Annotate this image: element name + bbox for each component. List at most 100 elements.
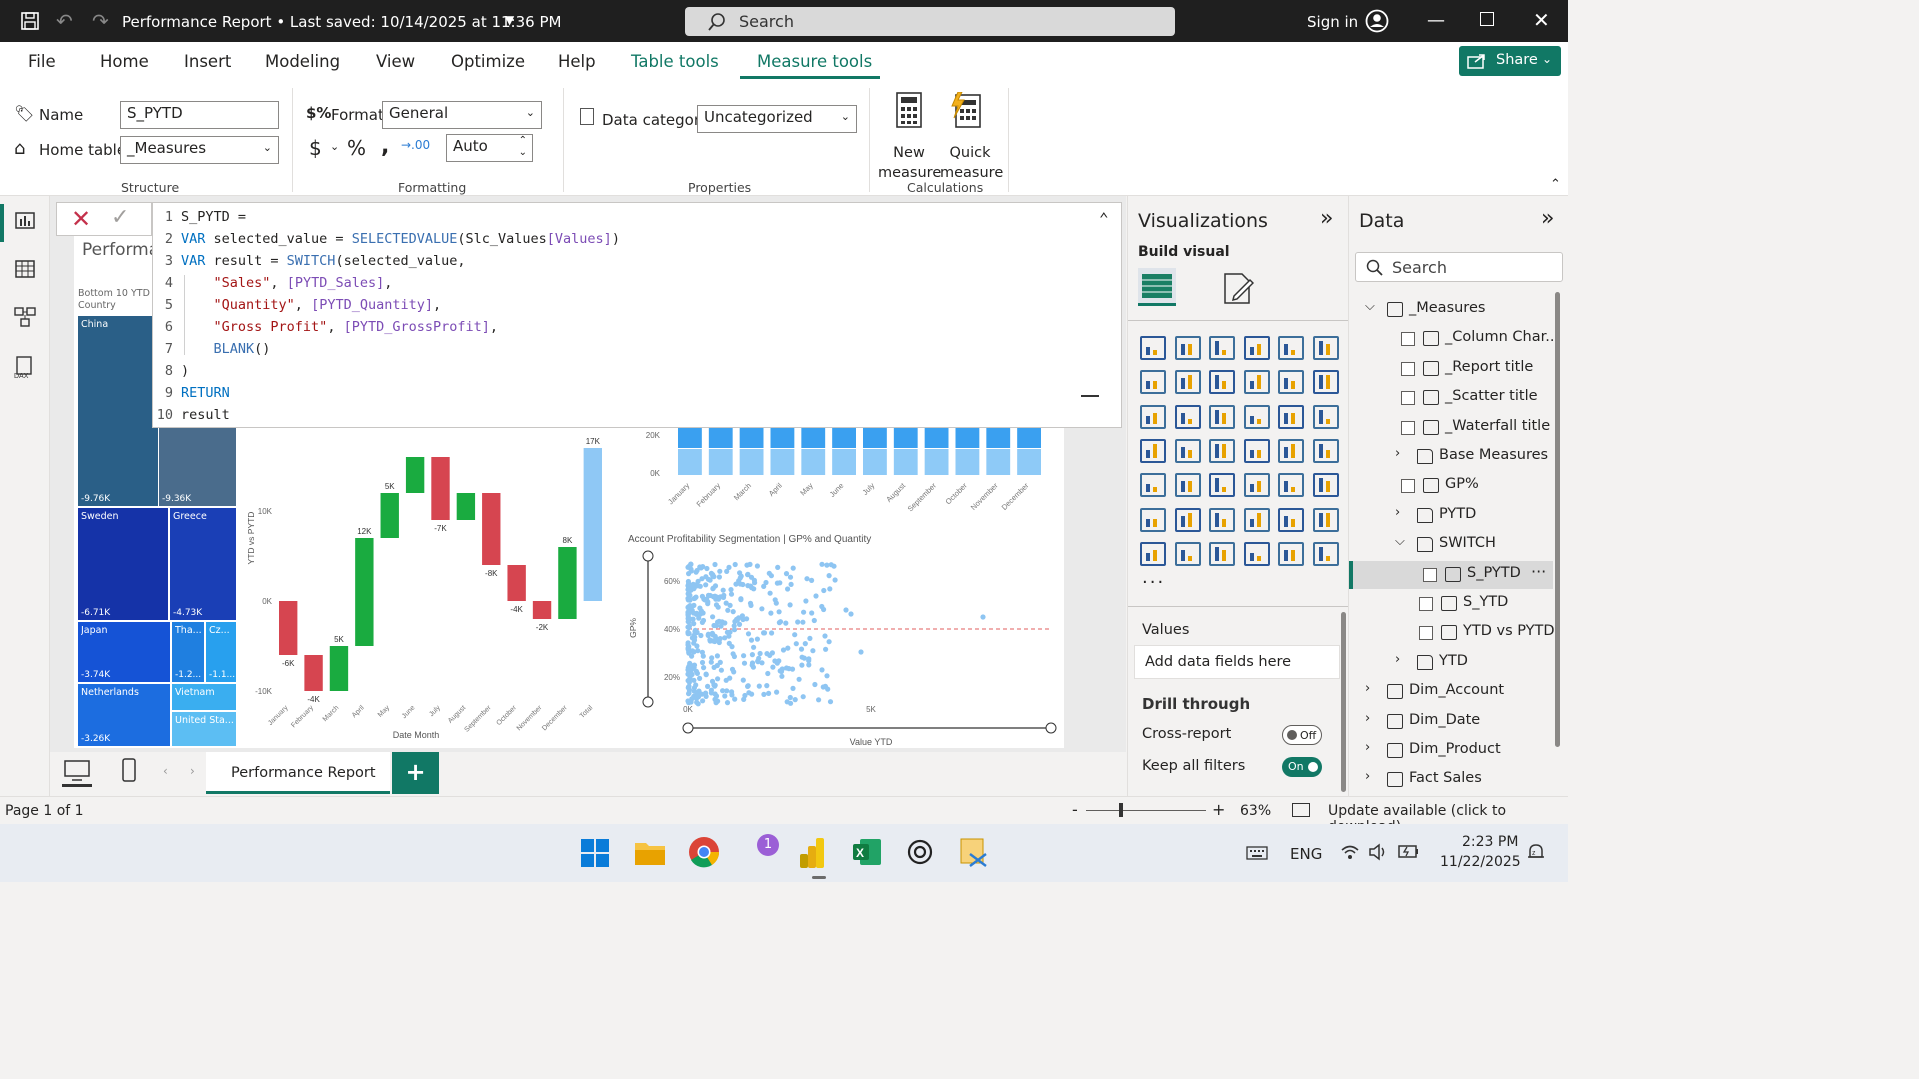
column-bar-segment[interactable]: [893, 449, 918, 475]
scatter-point[interactable]: [691, 621, 697, 627]
visual-type-icon[interactable]: [1209, 541, 1235, 566]
scatter-point[interactable]: [702, 597, 708, 603]
scatter-point[interactable]: [691, 662, 698, 668]
data-tree-item[interactable]: › Dim_Date: [1349, 708, 1553, 736]
data-tree-item[interactable]: _Report title: [1349, 355, 1553, 383]
data-tree-item[interactable]: ⌵ _Measures: [1349, 296, 1553, 324]
scatter-point[interactable]: [792, 697, 798, 703]
scatter-point[interactable]: [695, 648, 701, 654]
data-search-input[interactable]: Search: [1355, 252, 1563, 282]
percent-icon[interactable]: %: [347, 136, 366, 160]
tab-file[interactable]: File: [28, 52, 56, 71]
waterfall-bar[interactable]: [405, 457, 425, 493]
visual-type-icon[interactable]: [1278, 404, 1304, 429]
column-bar-segment[interactable]: [1017, 426, 1041, 448]
home-table-select[interactable]: _Measures ⌄: [120, 136, 279, 164]
scatter-point[interactable]: [800, 694, 806, 700]
scatter-point[interactable]: [720, 688, 726, 694]
column-bar-segment[interactable]: [770, 449, 795, 475]
scatter-point[interactable]: [745, 631, 752, 637]
scatter-point[interactable]: [745, 683, 751, 689]
scatter-point[interactable]: [728, 587, 734, 593]
scatter-point[interactable]: [731, 627, 738, 633]
scatter-point[interactable]: [783, 571, 790, 577]
visual-type-icon[interactable]: [1209, 507, 1235, 532]
scatter-point[interactable]: [826, 573, 832, 579]
scatter-point[interactable]: [703, 582, 709, 588]
visual-type-icon[interactable]: [1312, 404, 1339, 429]
values-drop-zone[interactable]: Add data fields here: [1134, 645, 1340, 679]
scatter-point[interactable]: [714, 653, 720, 659]
scatter-point[interactable]: [700, 653, 706, 659]
scatter-point[interactable]: [786, 666, 792, 672]
scatter-point[interactable]: [694, 699, 700, 705]
tab-home[interactable]: Home: [100, 52, 149, 71]
more-visuals-icon[interactable]: ···: [1142, 572, 1165, 593]
scatter-point[interactable]: [715, 676, 721, 682]
zoom-out-icon[interactable]: -: [1072, 800, 1078, 819]
scatter-point[interactable]: [799, 662, 805, 668]
formula-resize-handle[interactable]: [1081, 395, 1099, 397]
close-icon[interactable]: ✕: [1533, 8, 1550, 32]
decimal-places-stepper[interactable]: Auto ⌃ ⌄: [446, 134, 533, 162]
scatter-point[interactable]: [710, 614, 716, 620]
scatter-point[interactable]: [729, 692, 735, 698]
visual-type-icon[interactable]: [1140, 507, 1166, 532]
scatter-point[interactable]: [812, 681, 818, 688]
quick-measure-button[interactable]: Quick measure: [940, 90, 1003, 181]
excel-icon[interactable]: X: [852, 838, 882, 866]
comma-style-icon[interactable]: ,: [381, 134, 389, 159]
search-input[interactable]: Search: [685, 7, 1175, 36]
tab-view[interactable]: View: [376, 52, 415, 71]
checkbox[interactable]: [1423, 567, 1437, 582]
scatter-point[interactable]: [788, 581, 794, 587]
scatter-point[interactable]: [793, 641, 799, 647]
scatter-point[interactable]: [777, 580, 783, 586]
scatter-point[interactable]: [757, 650, 763, 657]
data-tree-item[interactable]: ⌵ SWITCH: [1349, 531, 1553, 559]
scatter-point[interactable]: [740, 677, 746, 683]
scatter-point[interactable]: [783, 620, 789, 626]
scatter-point[interactable]: [821, 587, 827, 594]
tab-measure-tools[interactable]: Measure tools: [757, 52, 872, 71]
scatter-point[interactable]: [689, 607, 695, 613]
visual-type-icon[interactable]: [1312, 507, 1339, 532]
redo-icon[interactable]: ↷: [92, 9, 109, 33]
scatter-point[interactable]: [693, 682, 699, 688]
treemap-cell[interactable]: Vietnam: [172, 684, 236, 710]
scatter-point[interactable]: [823, 646, 829, 652]
scatter-point[interactable]: [770, 664, 776, 670]
scatter-point[interactable]: [727, 602, 733, 608]
scatter-point[interactable]: [691, 632, 697, 638]
column-bar-segment[interactable]: [832, 426, 856, 448]
scatter-point[interactable]: [764, 683, 770, 689]
format-visual-icon[interactable]: [1222, 272, 1254, 306]
chrome-icon[interactable]: [688, 836, 720, 868]
treemap-cell[interactable]: Netherlands -3.26K: [78, 684, 170, 746]
zoom-slider[interactable]: [1086, 810, 1206, 811]
scatter-point[interactable]: [712, 691, 718, 697]
snip-tool-icon[interactable]: [958, 836, 990, 868]
treemap-cell[interactable]: Tha... -1.2...: [172, 622, 204, 682]
scatter-point[interactable]: [748, 602, 754, 608]
checkbox[interactable]: [1401, 391, 1415, 406]
measure-name-field[interactable]: S_PYTD: [120, 101, 279, 129]
scatter-point[interactable]: [686, 690, 692, 696]
scatter-point[interactable]: [806, 662, 812, 668]
scatter-point[interactable]: [779, 673, 785, 679]
scatter-point[interactable]: [745, 571, 751, 577]
tab-help[interactable]: Help: [558, 52, 596, 71]
scatter-point[interactable]: [784, 699, 790, 705]
power-bi-icon[interactable]: [798, 836, 830, 870]
tab-optimize[interactable]: Optimize: [451, 52, 525, 71]
waterfall-bar[interactable]: [558, 547, 577, 619]
checkbox[interactable]: [1419, 626, 1433, 641]
visual-type-icon[interactable]: [1312, 336, 1339, 360]
scatter-point[interactable]: [790, 565, 796, 571]
cancel-icon[interactable]: ✕: [71, 205, 91, 233]
scatter-point[interactable]: [686, 619, 692, 625]
data-tree-item[interactable]: _Scatter title: [1349, 384, 1553, 412]
column-bar-segment[interactable]: [863, 449, 887, 475]
scatter-point[interactable]: [776, 609, 782, 615]
scatter-point[interactable]: [768, 610, 774, 616]
